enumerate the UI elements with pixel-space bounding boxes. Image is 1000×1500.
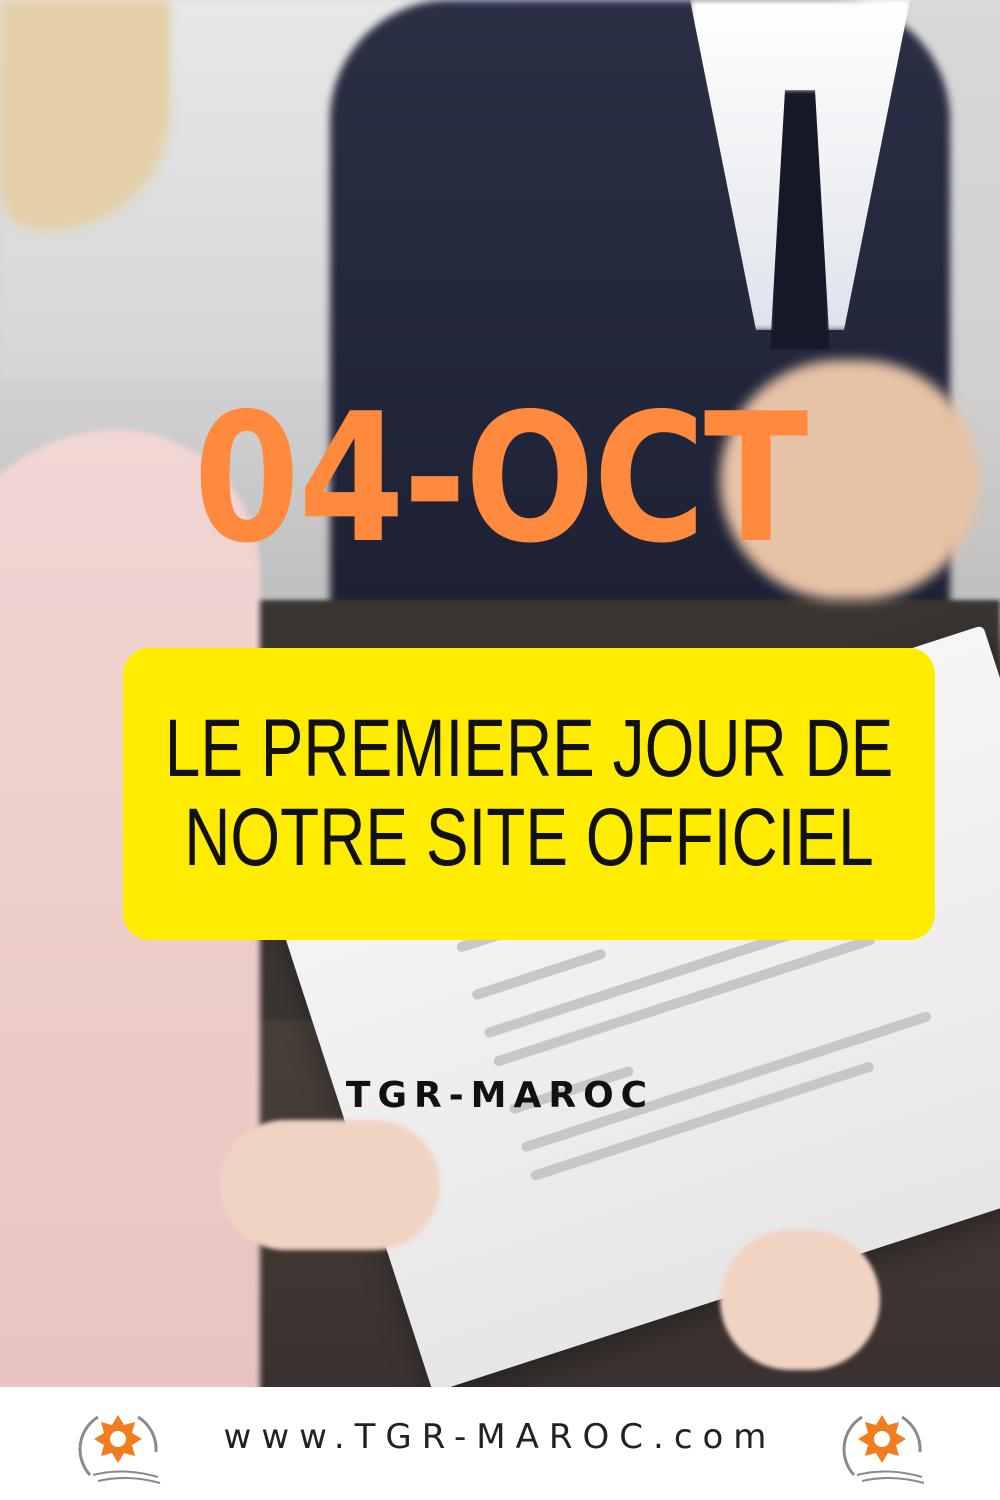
photo-hand-left xyxy=(220,1120,440,1250)
banner-line-1: LE PREMIERE JOUR DE xyxy=(164,703,894,795)
announcement-banner: LE PREMIERE JOUR DE NOTRE SITE OFFICIEL xyxy=(123,648,935,940)
sun-star-icon xyxy=(842,1415,925,1484)
banner-line-2: NOTRE SITE OFFICIEL xyxy=(184,792,874,883)
footer: www.TGR-MAROC.com xyxy=(0,1387,1000,1500)
brand-name: TGR-MAROC xyxy=(345,1075,655,1116)
photo-hand-right xyxy=(720,1230,880,1370)
date-headline: 04-OCT xyxy=(193,375,808,582)
